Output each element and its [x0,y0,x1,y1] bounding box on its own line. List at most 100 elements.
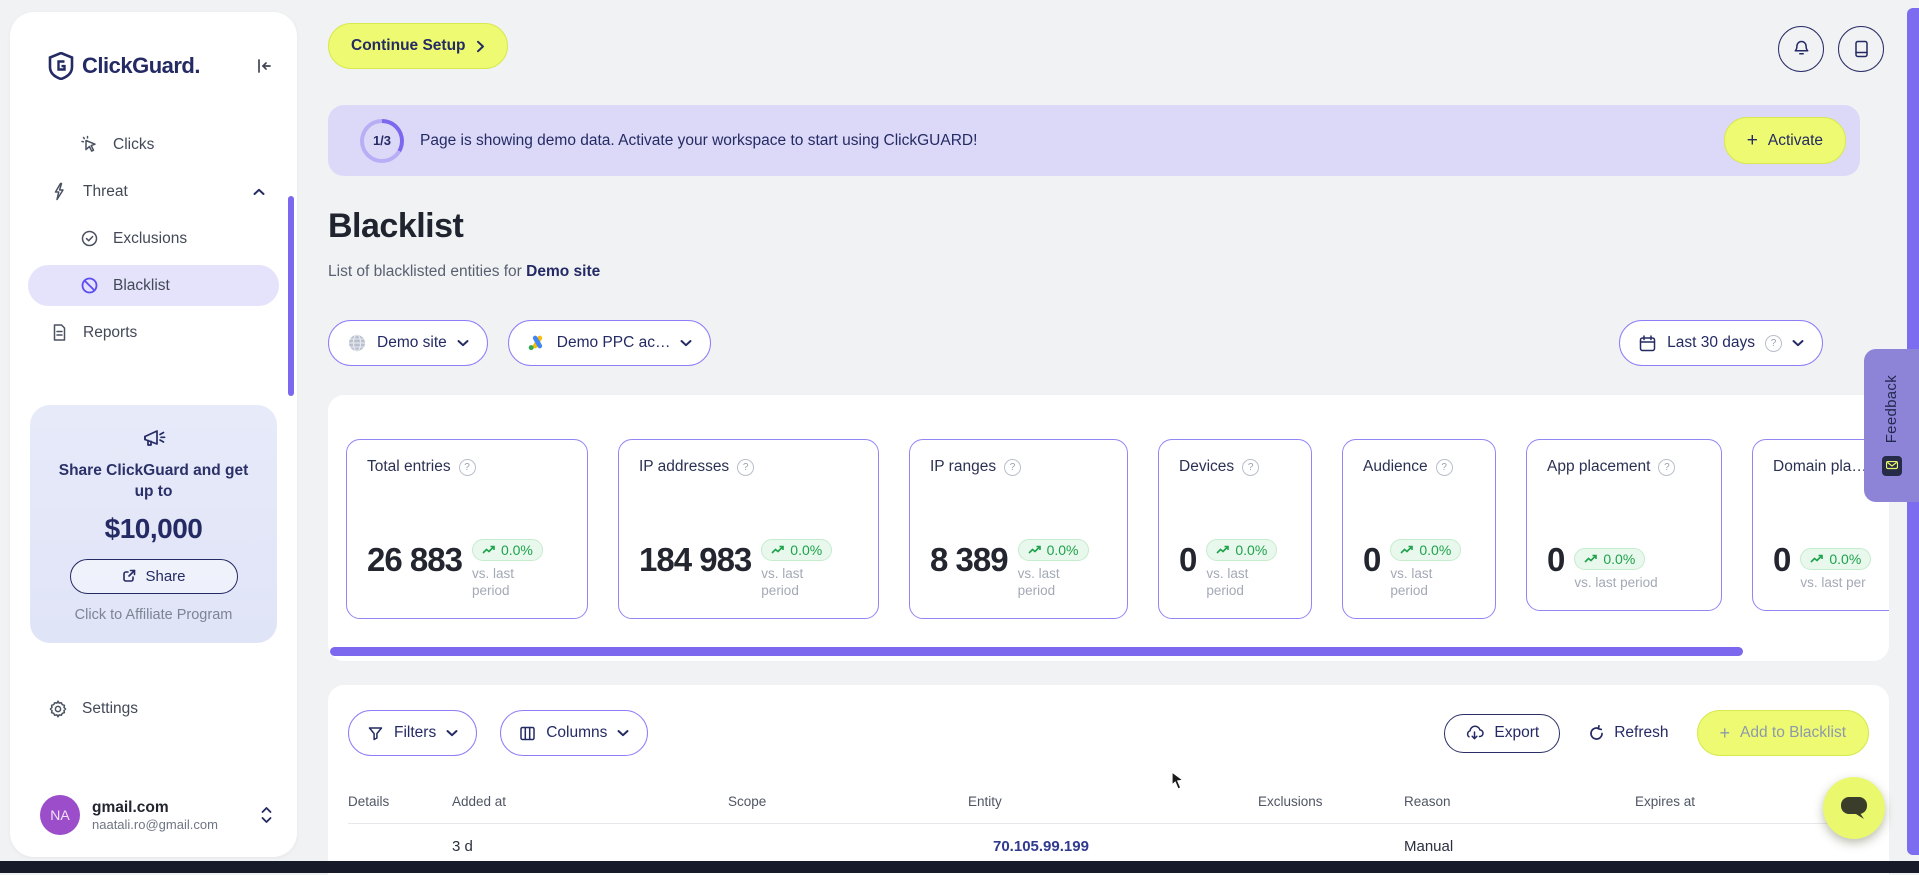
columns-label: Columns [546,724,607,742]
refresh-button[interactable]: Refresh [1588,724,1668,742]
promo-amount: $10,000 [44,513,263,545]
notifications-button[interactable] [1778,26,1824,72]
docs-button[interactable] [1838,26,1884,72]
card-value: 26 883 [367,543,462,600]
stat-card-app-placement: App placement? 0 0.0% vs. last period [1526,439,1722,611]
stat-card-devices: Devices? 0 0.0% vs. last period [1158,439,1312,619]
calendar-icon [1638,334,1657,353]
help-icon: ? [1658,459,1675,476]
help-icon: ? [1765,335,1782,352]
share-button-label: Share [145,568,185,585]
card-vs-label: vs. last period [1018,565,1076,600]
settings-label: Settings [82,700,138,718]
add-to-blacklist-label: Add to Blacklist [1740,724,1846,742]
card-delta: 0.0% [501,542,533,558]
card-title: App placement [1547,458,1650,476]
page-title: Blacklist [328,207,463,246]
card-value: 0 [1363,543,1380,600]
cell-reason: Manual [1404,838,1635,855]
site-selector-value: Demo site [377,334,447,352]
activate-button[interactable]: + Activate [1724,117,1846,164]
sidebar-item-label: Reports [83,324,137,342]
blacklist-table-panel: Filters Columns [328,685,1889,875]
globe-icon [347,333,367,353]
table-row[interactable]: 3 d 70.105.99.199 Manual [348,824,1869,855]
report-icon [48,323,70,342]
card-vs-label: vs. last period [1390,565,1448,600]
account-switcher[interactable]: NA gmail.com naatali.ro@gmail.com [10,795,297,835]
site-selector[interactable]: Demo site [328,320,488,366]
cards-horizontal-scrollbar[interactable] [330,647,1743,656]
sidebar-item-reports[interactable]: Reports [28,312,279,353]
trend-up-icon [1584,554,1598,564]
cell-entity[interactable]: 70.105.99.199 [968,838,1258,855]
col-header-details[interactable]: Details [348,794,452,809]
help-icon: ? [1242,459,1259,476]
stat-card-ip-ranges: IP ranges? 8 389 0.0% vs. last period [909,439,1128,619]
avatar: NA [40,795,80,835]
share-button[interactable]: Share [70,559,238,594]
trend-up-icon [482,545,496,555]
sidebar-scrollbar[interactable] [288,196,294,396]
trend-up-icon [1810,554,1824,564]
activate-label: Activate [1768,132,1823,150]
chevron-down-icon [1792,339,1804,347]
card-vs-label: vs. last period [1206,565,1264,600]
export-button[interactable]: Export [1444,714,1560,753]
export-label: Export [1494,724,1539,742]
sidebar-item-blacklist[interactable]: Blacklist [28,265,279,306]
plus-icon: + [1720,723,1731,744]
sidebar-item-label: Clicks [113,136,154,154]
logo-text: ClickGuard. [82,53,253,79]
sidebar-item-label: Exclusions [113,230,187,248]
setup-progress-ring: 1/3 [360,119,404,163]
ppc-account-selector[interactable]: Demo PPC ac… [508,320,712,366]
sidebar-item-settings[interactable]: Settings [28,689,279,730]
card-delta: 0.0% [1603,551,1635,567]
sidebar-item-label: Blacklist [113,277,170,295]
sidebar-item-exclusions[interactable]: Exclusions [28,218,279,259]
book-icon [1853,39,1870,59]
sidebar-collapse-icon[interactable] [253,55,275,77]
sidebar-item-threat[interactable]: Threat [28,171,279,212]
col-header-exclusions[interactable]: Exclusions [1258,794,1404,809]
chat-bubble-icon [1839,794,1869,822]
affiliate-promo-card[interactable]: Share ClickGuard and get up to $10,000 S… [30,405,277,643]
plus-icon: + [1747,131,1758,150]
affiliate-link[interactable]: Click to Affiliate Program [44,607,263,623]
col-header-scope[interactable]: Scope [728,794,968,809]
columns-icon [519,725,536,742]
continue-setup-label: Continue Setup [351,37,466,55]
card-value: 8 389 [930,543,1008,600]
card-value: 0 [1773,543,1790,592]
col-header-added-at[interactable]: Added at [452,794,728,809]
card-title: Domain pla… [1773,458,1867,476]
col-header-entity[interactable]: Entity [968,794,1258,809]
select-chevrons-icon [260,806,273,824]
card-title: IP ranges [930,458,996,476]
chevron-down-icon [617,729,629,737]
bell-icon [1792,39,1811,59]
card-title: Audience [1363,458,1428,476]
filters-dropdown[interactable]: Filters [348,710,477,756]
continue-setup-button[interactable]: Continue Setup [328,23,508,69]
sidebar-item-clicks[interactable]: Clicks [28,124,279,165]
chevron-up-icon [253,188,265,196]
lightning-icon [48,182,70,201]
col-header-reason[interactable]: Reason [1404,794,1635,809]
date-range-selector[interactable]: Last 30 days ? [1619,320,1823,366]
cloud-download-icon [1465,725,1484,741]
google-ads-icon [527,334,547,352]
feedback-label: Feedback [1883,375,1900,443]
trend-up-icon [1400,545,1414,555]
chat-widget-button[interactable] [1823,777,1885,839]
promo-text: Share ClickGuard and get up to [44,461,263,503]
card-value: 184 983 [639,543,751,600]
stat-card-audience: Audience? 0 0.0% vs. last period [1342,439,1496,619]
add-to-blacklist-button[interactable]: + Add to Blacklist [1697,710,1869,756]
columns-dropdown[interactable]: Columns [500,710,648,756]
feedback-tab[interactable]: Feedback [1864,349,1919,502]
card-title: Devices [1179,458,1234,476]
setup-progress-value: 1/3 [365,124,399,158]
chevron-right-icon [476,40,485,53]
